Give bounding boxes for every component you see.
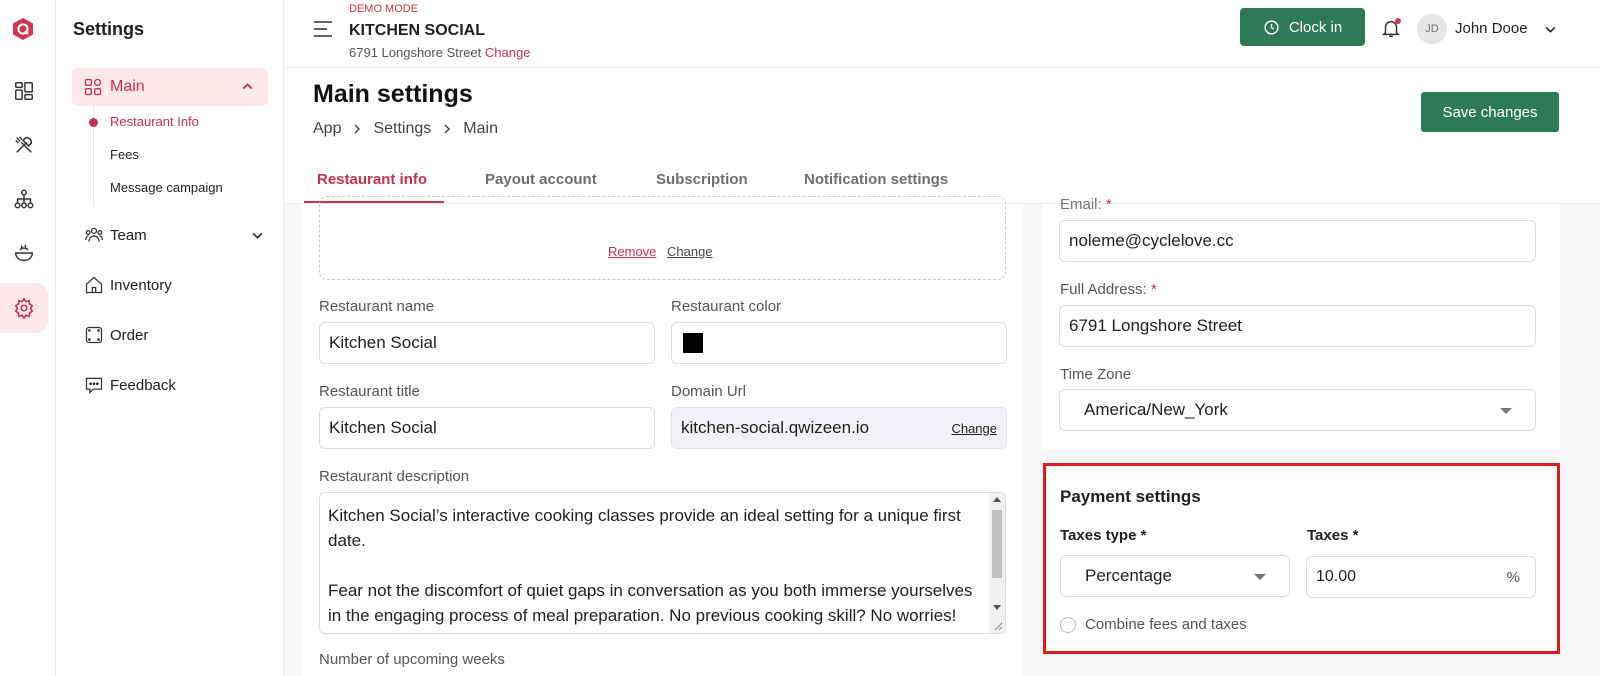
tab-payout-account[interactable]: Payout account xyxy=(485,171,597,188)
payment-settings-title: Payment settings xyxy=(1060,487,1201,506)
logo-upload-area[interactable] xyxy=(319,196,1006,280)
breadcrumb: App Settings Main xyxy=(313,120,498,138)
grid-shapes-icon xyxy=(84,78,102,96)
order-icon xyxy=(85,326,103,344)
taxes-type-value: Percentage xyxy=(1085,566,1172,585)
sidebar-item-label: Main xyxy=(110,78,145,95)
sidebar-item-order[interactable]: Order xyxy=(84,325,264,345)
time-zone-label: Time Zone xyxy=(1060,366,1132,383)
restaurant-name-label: Restaurant name xyxy=(319,298,435,315)
scroll-thumb[interactable] xyxy=(992,510,1002,578)
restaurant-title-label: Restaurant title xyxy=(319,383,420,400)
active-dot xyxy=(89,118,98,127)
avatar[interactable]: JD xyxy=(1417,14,1447,44)
resize-handle-icon[interactable] xyxy=(993,621,1003,631)
food-bowl-icon[interactable] xyxy=(0,228,48,278)
sidebar-item-feedback[interactable]: Feedback xyxy=(84,375,264,395)
taxes-input[interactable]: 10.00 % xyxy=(1306,556,1536,598)
user-name[interactable]: John Dooe xyxy=(1455,20,1528,37)
clock-in-label: Clock in xyxy=(1288,18,1343,36)
sidebar-title: Settings xyxy=(73,19,145,39)
description-text: Kitchen Social’s interactive cooking cla… xyxy=(328,506,973,633)
sidebar-item-label: Team xyxy=(110,226,147,244)
scroll-up-arrow-icon[interactable] xyxy=(993,497,1001,502)
sidebar-item-label: Order xyxy=(110,326,149,344)
dashboard-icon[interactable] xyxy=(0,66,48,116)
clock-icon xyxy=(1264,19,1279,35)
taxes-type-select[interactable]: Percentage xyxy=(1060,555,1290,597)
icon-rail xyxy=(0,0,56,676)
restaurant-description-label: Restaurant description xyxy=(319,468,470,485)
chevron-right-icon xyxy=(444,124,451,134)
email-label: Email: * xyxy=(1060,196,1112,213)
restaurant-name: KITCHEN SOCIAL xyxy=(349,22,485,39)
utensils-icon[interactable] xyxy=(0,120,48,170)
sidebar-sub-message-campaign[interactable]: Message campaign xyxy=(110,180,223,195)
email-input[interactable]: noleme@cyclelove.cc xyxy=(1059,220,1536,262)
time-zone-select[interactable]: America/New_York xyxy=(1059,389,1536,431)
full-address-input[interactable]: 6791 Longshore Street xyxy=(1059,305,1536,347)
remove-logo-link[interactable]: Remove xyxy=(608,244,656,259)
demo-mode-label: DEMO MODE xyxy=(349,3,419,15)
tab-subscription[interactable]: Subscription xyxy=(656,171,748,188)
breadcrumb-settings[interactable]: Settings xyxy=(373,120,431,138)
top-bar: DEMO MODE KITCHEN SOCIAL 6791 Longshore … xyxy=(284,0,1600,68)
restaurant-title-input[interactable]: Kitchen Social xyxy=(319,407,655,449)
tab-restaurant-info[interactable]: Restaurant info xyxy=(317,171,427,188)
restaurant-color-label: Restaurant color xyxy=(671,298,782,315)
hierarchy-icon[interactable] xyxy=(0,174,48,224)
percent-unit: % xyxy=(1506,568,1520,586)
restaurant-address: 6791 Longshore Street Change xyxy=(349,45,530,60)
home-icon xyxy=(85,276,103,294)
time-zone-value: America/New_York xyxy=(1084,400,1228,419)
taxes-type-label: Taxes type * xyxy=(1060,527,1147,544)
restaurant-name-input[interactable]: Kitchen Social xyxy=(319,322,655,364)
domain-url-label: Domain Url xyxy=(671,383,747,400)
page-title: Main settings xyxy=(313,80,473,108)
combine-fees-row[interactable]: Combine fees and taxes xyxy=(1060,616,1247,633)
taxes-label: Taxes * xyxy=(1307,527,1359,544)
domain-url-field: kitchen-social.qwizeen.io Change xyxy=(671,407,1007,449)
sidebar-item-main[interactable]: Main xyxy=(72,68,268,106)
sidebar-item-team[interactable]: Team xyxy=(84,225,264,245)
chevron-up-icon xyxy=(242,83,253,90)
taxes-value: 10.00 xyxy=(1316,568,1357,585)
color-swatch[interactable] xyxy=(683,333,703,353)
chevron-right-icon xyxy=(354,124,361,134)
sidebar-item-inventory[interactable]: Inventory xyxy=(84,275,264,295)
chevron-down-icon xyxy=(252,232,263,239)
upcoming-weeks-label: Number of upcoming weeks xyxy=(319,651,505,668)
restaurant-color-picker[interactable] xyxy=(671,322,1007,364)
change-logo-link[interactable]: Change xyxy=(667,244,713,259)
feedback-icon xyxy=(85,377,103,395)
settings-sidebar: Settings Main Restaurant Info Fees Messa… xyxy=(56,0,284,676)
dropdown-arrow-icon xyxy=(1500,408,1512,414)
sidebar-item-label: Feedback xyxy=(110,376,176,394)
address-text: 6791 Longshore Street xyxy=(349,45,482,60)
full-address-label: Full Address: * xyxy=(1060,281,1157,298)
menu-toggle-icon[interactable] xyxy=(313,20,333,38)
sidebar-item-label: Inventory xyxy=(110,276,172,294)
notification-badge xyxy=(1395,18,1401,24)
clock-in-button[interactable]: Clock in xyxy=(1240,8,1365,46)
tab-notification-settings[interactable]: Notification settings xyxy=(804,171,948,188)
breadcrumb-main: Main xyxy=(463,120,498,137)
scrollbar[interactable] xyxy=(989,493,1005,633)
change-domain-link[interactable]: Change xyxy=(951,421,997,436)
combine-fees-label: Combine fees and taxes xyxy=(1085,616,1247,633)
restaurant-description-textarea[interactable]: Kitchen Social’s interactive cooking cla… xyxy=(319,492,1006,634)
scroll-down-arrow-icon[interactable] xyxy=(993,605,1001,610)
settings-gear-icon[interactable] xyxy=(0,283,48,333)
sidebar-sub-fees[interactable]: Fees xyxy=(110,147,139,162)
team-icon xyxy=(85,227,103,242)
chevron-down-icon[interactable] xyxy=(1544,23,1557,36)
save-changes-button[interactable]: Save changes xyxy=(1421,92,1559,132)
domain-url-value: kitchen-social.qwizeen.io xyxy=(681,418,870,437)
combine-fees-checkbox[interactable] xyxy=(1060,616,1076,633)
qwizeen-logo-icon[interactable] xyxy=(11,17,35,41)
breadcrumb-app[interactable]: App xyxy=(313,120,341,138)
dropdown-arrow-icon xyxy=(1254,574,1266,580)
sidebar-sub-restaurant-info[interactable]: Restaurant Info xyxy=(110,114,199,129)
change-address-link[interactable]: Change xyxy=(485,45,531,60)
